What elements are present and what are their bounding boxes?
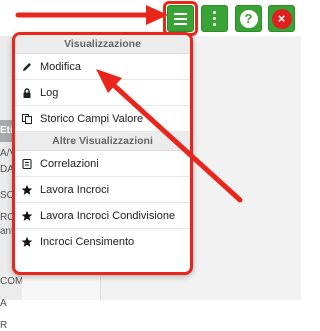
star-icon [21, 236, 33, 248]
sidebar-item[interactable]: R [0, 320, 22, 331]
menu-item-label: Incroci Censimento [40, 235, 135, 248]
lock-icon [21, 87, 33, 99]
menu-item-label: Correlazioni [40, 157, 99, 170]
menu-item-label: Log [40, 86, 59, 99]
list-icon [21, 158, 33, 170]
close-button[interactable]: × [268, 5, 295, 32]
copy-icon [21, 113, 33, 125]
close-icon: × [271, 8, 292, 29]
section-header-visualizzazione: Visualizzazione [15, 35, 190, 54]
star-icon [21, 210, 33, 222]
menu-item-log[interactable]: Log [15, 80, 190, 106]
menu-item-incroci-censimento[interactable]: Incroci Censimento [15, 229, 190, 254]
sidebar-item[interactable]: COM [0, 276, 22, 287]
menu-item-label: Storico Campi Valore [40, 112, 144, 125]
help-button[interactable]: ? [235, 5, 262, 32]
section-header-altre-visualizzazioni: Altre Visualizzazioni [15, 132, 190, 151]
highlight-menu-button [163, 1, 198, 36]
pencil-icon [21, 61, 33, 73]
menu-item-lavora-incroci[interactable]: Lavora Incroci [15, 177, 190, 203]
more-options-button[interactable] [201, 5, 228, 32]
help-icon: ? [239, 9, 258, 28]
menu-item-correlazioni[interactable]: Correlazioni [15, 151, 190, 177]
star-icon [21, 184, 33, 196]
menu-item-storico-campi-valore[interactable]: Storico Campi Valore [15, 106, 190, 132]
menu-item-label: Lavora Incroci Condivisione [40, 209, 176, 222]
top-bar: ? × [0, 0, 300, 36]
view-dropdown-menu: Visualizzazione Modifica Log Storico Cam… [12, 32, 193, 275]
menu-item-label: Lavora Incroci [40, 183, 110, 196]
menu-item-lavora-incroci-condivisione[interactable]: Lavora Incroci Condivisione [15, 203, 190, 229]
menu-item-label: Modifica [40, 60, 81, 73]
menu-item-modifica[interactable]: Modifica [15, 54, 190, 80]
kebab-icon [213, 11, 216, 26]
